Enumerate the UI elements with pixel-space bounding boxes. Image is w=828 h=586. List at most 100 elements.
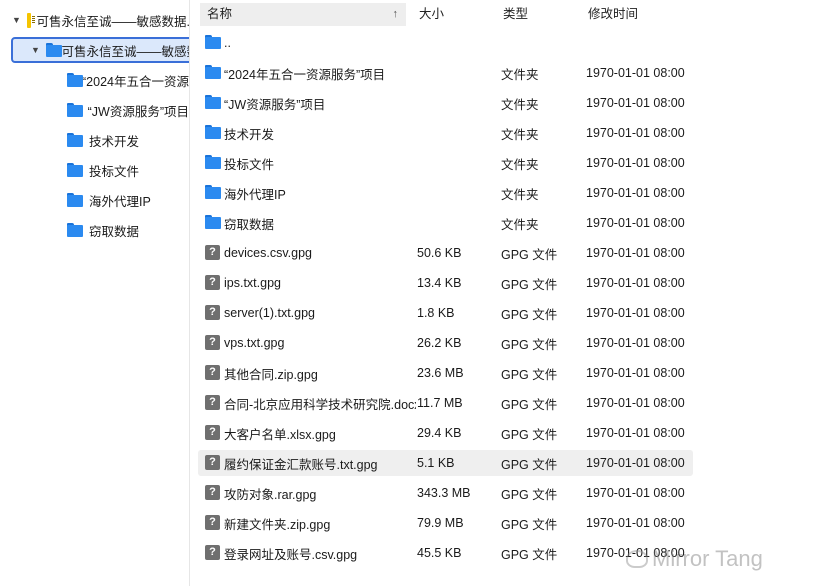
- tree-selected-folder[interactable]: ▼ 可售永信至诚——敏感数: [11, 37, 189, 63]
- file-name: devices.csv.gpg: [224, 246, 313, 260]
- file-type: GPG 文件: [501, 367, 558, 382]
- file-row[interactable]: “JW资源服务”项目 文件夹 1970-01-01 08:00: [198, 90, 693, 116]
- file-name: 合同-北京应用科学技术研究院.docx...: [224, 397, 416, 412]
- file-modified: 1970-01-01 08:00: [586, 336, 685, 350]
- file-row[interactable]: ? 合同-北京应用科学技术研究院.docx... 11.7 MB GPG 文件 1970…: [198, 390, 693, 416]
- file-row[interactable]: ? vps.txt.gpg 26.2 KB GPG 文件 1970-01-01 08:0…: [198, 330, 693, 356]
- file-name: 技术开发: [224, 127, 275, 142]
- file-type: 文件夹: [501, 187, 539, 202]
- unknown-file-icon: ?: [205, 305, 220, 320]
- folder-icon: [205, 35, 221, 49]
- file-row[interactable]: ? ips.txt.gpg 13.4 KB GPG 文件 1970-01-01 08:0…: [198, 270, 693, 296]
- file-row[interactable]: ? 登录网址及账号.csv.gpg 45.5 KB GPG 文件 1970-01-01 …: [198, 540, 693, 566]
- file-size: 5.1 KB: [417, 456, 455, 470]
- folder-icon: [205, 125, 221, 139]
- watermark-text: Mirror Tang: [652, 546, 763, 571]
- file-name: server(1).txt.gpg: [224, 306, 316, 320]
- file-modified: 1970-01-01 08:00: [586, 96, 685, 110]
- tree-folder-item[interactable]: “2024年五合一资源: [67, 67, 189, 93]
- file-size: 1.8 KB: [417, 306, 455, 320]
- file-type: 文件夹: [501, 67, 539, 82]
- tree-folder-label: “JW资源服务”项目: [87, 104, 189, 119]
- column-header: 名称 ↑ 大小 类型 修改时间: [200, 3, 820, 26]
- file-modified: 1970-01-01 08:00: [586, 216, 685, 230]
- file-row[interactable]: 海外代理IP 文件夹 1970-01-01 08:00: [198, 180, 693, 206]
- file-row[interactable]: 投标文件 文件夹 1970-01-01 08:00: [198, 150, 693, 176]
- watermark: Mirror Tang: [626, 546, 763, 572]
- unknown-file-icon: ?: [205, 335, 220, 350]
- folder-icon: [67, 103, 83, 117]
- file-modified: 1970-01-01 08:00: [586, 516, 685, 530]
- file-size: 29.4 KB: [417, 426, 462, 440]
- file-type: 文件夹: [501, 217, 539, 232]
- tree-folder-item[interactable]: 窃取数据: [67, 217, 189, 243]
- file-row[interactable]: ? 其他合同.zip.gpg 23.6 MB GPG 文件 1970-01-01 08:…: [198, 360, 693, 386]
- sort-ascending-icon: ↑: [392, 8, 399, 20]
- tree-folder-item[interactable]: “JW资源服务”项目: [67, 97, 189, 123]
- file-row[interactable]: “2024年五合一资源服务”项目 文件夹 1970-01-01 08:00: [198, 60, 693, 86]
- file-row[interactable]: ? 攻防对象.rar.gpg 343.3 MB GPG 文件 1970-01-01 08…: [198, 480, 693, 506]
- folder-tree: ▼ 可售永信至诚——敏感数据. ▼ 可售永信至诚——敏感数 “2024年五合一资…: [0, 0, 189, 586]
- file-type: 文件夹: [501, 157, 539, 172]
- folder-icon: [205, 185, 221, 199]
- column-header-type[interactable]: 类型: [503, 3, 528, 26]
- unknown-file-icon: ?: [205, 485, 220, 500]
- file-type: GPG 文件: [501, 277, 558, 292]
- folder-icon: [67, 73, 84, 87]
- file-row[interactable]: 技术开发 文件夹 1970-01-01 08:00: [198, 120, 693, 146]
- file-modified: 1970-01-01 08:00: [586, 276, 685, 290]
- file-row[interactable]: ? 新建文件夹.zip.gpg 79.9 MB GPG 文件 1970-01-01 08…: [198, 510, 693, 536]
- file-modified: 1970-01-01 08:00: [586, 426, 685, 440]
- file-name: 海外代理IP: [224, 187, 286, 202]
- file-modified: 1970-01-01 08:00: [586, 306, 685, 320]
- tree-root-label: 可售永信至诚——敏感数据.: [36, 14, 189, 29]
- file-name: ..: [224, 36, 231, 50]
- file-modified: 1970-01-01 08:00: [586, 186, 685, 200]
- pane-divider[interactable]: [189, 0, 190, 586]
- file-modified: 1970-01-01 08:00: [586, 366, 685, 380]
- folder-icon: [67, 133, 83, 147]
- file-name: 窃取数据: [224, 217, 275, 232]
- column-header-size[interactable]: 大小: [419, 3, 444, 26]
- file-size: 11.7 MB: [417, 396, 463, 410]
- file-name: 履约保证金汇款账号.txt.gpg: [224, 457, 378, 472]
- file-type: GPG 文件: [501, 247, 558, 262]
- file-row[interactable]: ..: [198, 30, 693, 56]
- file-modified: 1970-01-01 08:00: [586, 246, 685, 260]
- unknown-file-icon: ?: [205, 515, 220, 530]
- unknown-file-icon: ?: [205, 365, 220, 380]
- unknown-file-icon: ?: [205, 245, 220, 260]
- chevron-down-icon[interactable]: ▼: [31, 45, 40, 55]
- folder-icon: [67, 163, 83, 177]
- unknown-file-icon: ?: [205, 275, 220, 290]
- file-name: “2024年五合一资源服务”项目: [224, 67, 386, 82]
- file-type: GPG 文件: [501, 307, 558, 322]
- tree-root-item[interactable]: ▼ 可售永信至诚——敏感数据.: [12, 7, 189, 33]
- tree-folder-item[interactable]: 技术开发: [67, 127, 189, 153]
- zip-archive-icon: [26, 12, 35, 28]
- tree-folder-label: 海外代理IP: [89, 194, 151, 209]
- tree-folder-item[interactable]: 投标文件: [67, 157, 189, 183]
- file-modified: 1970-01-01 08:00: [586, 126, 685, 140]
- file-size: 79.9 MB: [417, 516, 464, 530]
- file-row[interactable]: ? 大客户名单.xlsx.gpg 29.4 KB GPG 文件 1970-01-01 0…: [198, 420, 693, 446]
- file-size: 45.5 KB: [417, 546, 462, 560]
- file-name: “JW资源服务”项目: [224, 97, 326, 112]
- file-row[interactable]: ? devices.csv.gpg 50.6 KB GPG 文件 1970-01-01 …: [198, 240, 693, 266]
- file-type: GPG 文件: [501, 457, 558, 472]
- file-row[interactable]: ? 履约保证金汇款账号.txt.gpg 5.1 KB GPG 文件 1970-01-01…: [198, 450, 693, 476]
- column-header-name[interactable]: 名称 ↑: [200, 3, 406, 26]
- file-name: vps.txt.gpg: [224, 336, 285, 350]
- column-name-label: 名称: [207, 7, 233, 21]
- file-row[interactable]: 窃取数据 文件夹 1970-01-01 08:00: [198, 210, 693, 236]
- file-modified: 1970-01-01 08:00: [586, 66, 685, 80]
- chevron-down-icon[interactable]: ▼: [12, 15, 21, 25]
- file-type: GPG 文件: [501, 337, 558, 352]
- file-type: GPG 文件: [501, 517, 558, 532]
- folder-icon: [67, 223, 83, 237]
- tree-folder-item[interactable]: 海外代理IP: [67, 187, 189, 213]
- file-row[interactable]: ? server(1).txt.gpg 1.8 KB GPG 文件 1970-01-01…: [198, 300, 693, 326]
- unknown-file-icon: ?: [205, 455, 220, 470]
- column-header-modified[interactable]: 修改时间: [588, 3, 638, 26]
- unknown-file-icon: ?: [205, 395, 220, 410]
